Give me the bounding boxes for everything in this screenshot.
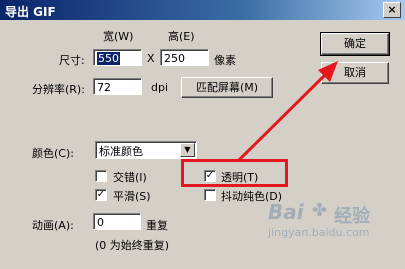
watermark-url: jingyan.baidu.com — [268, 226, 370, 239]
watermark-brand: Bai — [268, 200, 304, 224]
watermark-brand2: 经验 — [334, 206, 370, 227]
paw-icon: ✤ — [312, 200, 328, 221]
